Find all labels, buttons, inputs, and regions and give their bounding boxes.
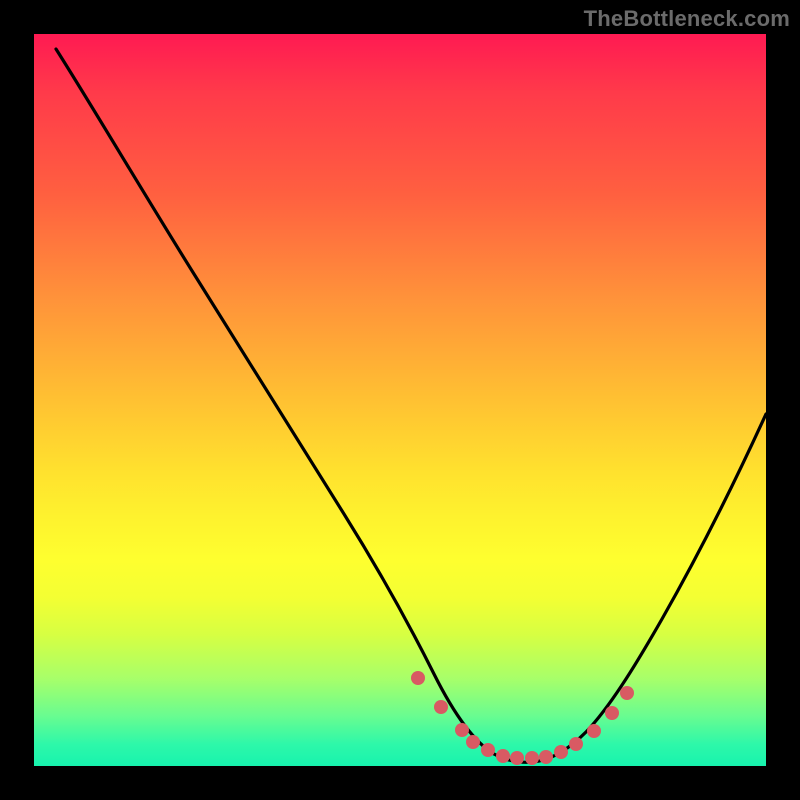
marker-dot — [455, 723, 469, 737]
plot-area — [34, 34, 766, 766]
marker-dot — [434, 700, 448, 714]
marker-dot — [554, 745, 568, 759]
marker-dot — [587, 724, 601, 738]
marker-dot — [481, 743, 495, 757]
curve-path — [56, 49, 766, 762]
watermark-text: TheBottleneck.com — [584, 6, 790, 32]
marker-dot — [496, 749, 510, 763]
chart-svg — [34, 34, 766, 766]
marker-dot — [539, 750, 553, 764]
marker-dot — [466, 735, 480, 749]
marker-dot — [605, 706, 619, 720]
marker-dot — [620, 686, 634, 700]
marker-group — [411, 671, 634, 765]
marker-dot — [411, 671, 425, 685]
chart-frame: TheBottleneck.com — [0, 0, 800, 800]
marker-dot — [569, 737, 583, 751]
marker-dot — [525, 751, 539, 765]
marker-dot — [510, 751, 524, 765]
